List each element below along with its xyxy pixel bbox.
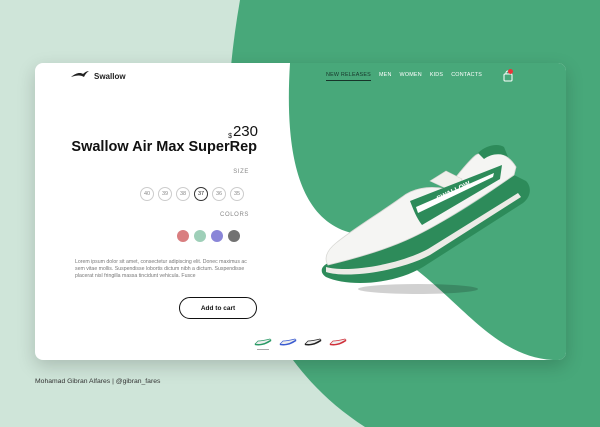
thumbnail-blue[interactable] xyxy=(279,333,297,346)
sneaker-thumb-icon xyxy=(254,338,272,346)
size-option[interactable]: 38 xyxy=(176,187,190,201)
color-swatch-red[interactable] xyxy=(177,230,189,242)
sneaker-thumb-icon xyxy=(304,338,322,346)
nav-item-women[interactable]: WOMEN xyxy=(400,72,422,81)
size-selector: 40 39 38 37 36 35 xyxy=(140,187,244,201)
thumbnail-red[interactable] xyxy=(329,333,347,346)
nav-item-contacts[interactable]: CONTACTS xyxy=(451,72,482,81)
colors-label: COLORS xyxy=(220,212,249,218)
cart-badge xyxy=(508,69,513,74)
brand-name: Swallow xyxy=(94,71,126,81)
color-swatch-green[interactable] xyxy=(194,230,206,242)
thumbnail-strip xyxy=(254,333,347,350)
thumbnail-green[interactable] xyxy=(254,333,272,350)
size-option[interactable]: 35 xyxy=(230,187,244,201)
color-swatch-purple[interactable] xyxy=(211,230,223,242)
designer-credit: Mohamad Gibran Alfares | @gibran_fares xyxy=(35,378,161,385)
price-value: 230 xyxy=(232,123,258,140)
nav-item-new-releases[interactable]: NEW RELEASES xyxy=(326,72,371,81)
size-label: SIZE xyxy=(233,169,249,175)
thumbnail-black[interactable] xyxy=(304,333,322,346)
brand-logo[interactable]: Swallow xyxy=(71,71,126,81)
swallow-bird-icon xyxy=(71,71,89,77)
product-title: Swallow Air Max SuperRep xyxy=(71,139,257,155)
nav-item-men[interactable]: MEN xyxy=(379,72,392,81)
product-price: $230 xyxy=(228,123,258,140)
color-swatch-grey[interactable] xyxy=(228,230,240,242)
product-description: Lorem ipsum dolor sit amet, consectetur … xyxy=(75,259,247,279)
size-option-selected[interactable]: 37 xyxy=(194,187,208,201)
sneaker-image: SWALLOW xyxy=(321,145,530,294)
size-option[interactable]: 40 xyxy=(140,187,154,201)
size-option[interactable]: 39 xyxy=(158,187,172,201)
size-option[interactable]: 36 xyxy=(212,187,226,201)
nav-item-kids[interactable]: KIDS xyxy=(430,72,443,81)
sneaker-thumb-icon xyxy=(329,338,347,346)
product-card: Swallow NEW RELEASES MEN WOMEN KIDS CONT… xyxy=(35,63,566,360)
main-nav: NEW RELEASES MEN WOMEN KIDS CONTACTS xyxy=(326,72,482,81)
add-to-cart-button[interactable]: Add to cart xyxy=(179,297,257,319)
color-selector xyxy=(177,230,240,242)
sneaker-thumb-icon xyxy=(279,338,297,346)
